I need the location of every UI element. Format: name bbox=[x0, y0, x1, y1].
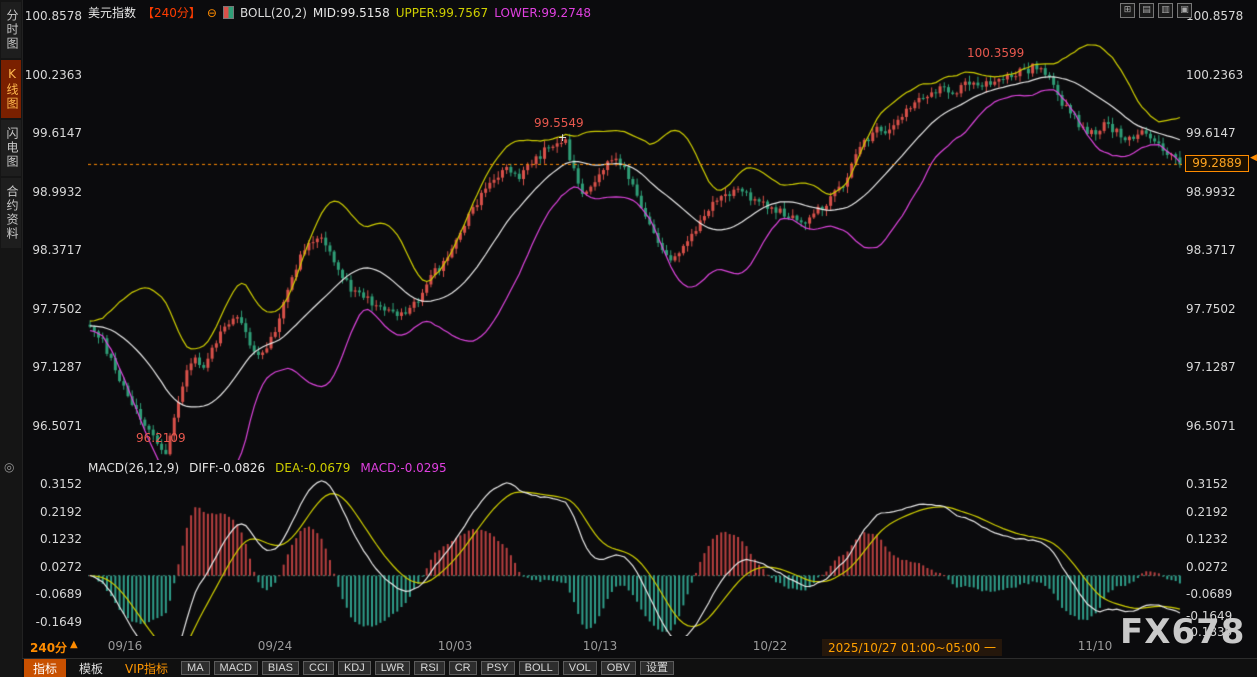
time-axis: 240分 ▲ 09/16 09/24 10/03 10/13 10/22 11/… bbox=[22, 639, 1257, 657]
date-tick: 11/10 bbox=[1077, 639, 1113, 653]
macd-diff-value: DIFF:-0.0826 bbox=[189, 461, 266, 475]
indicator-button-boll[interactable]: BOLL bbox=[518, 661, 559, 675]
price-axis-label: 100.2363 bbox=[1186, 68, 1244, 82]
date-tick: 09/16 bbox=[107, 639, 143, 653]
indicator-button-psy[interactable]: PSY bbox=[480, 661, 515, 675]
price-axis-label: 97.7502 bbox=[1186, 302, 1236, 316]
chart-header: 美元指数 【240分】 ⊖ BOLL(20,2) MID:99.5158 UPPE… bbox=[88, 4, 591, 21]
macd-axis-label: 0.2192 bbox=[40, 505, 82, 519]
sidebar-item-time-chart[interactable]: 分时图 bbox=[1, 2, 21, 58]
chart-main-area: 美元指数 【240分】 ⊖ BOLL(20,2) MID:99.5158 UPPE… bbox=[22, 0, 1257, 677]
candlestick-chart-canvas[interactable] bbox=[88, 8, 1182, 460]
price-pointer-icon: ◀ bbox=[1250, 153, 1257, 163]
chart-window-icon[interactable]: ▤ bbox=[1139, 3, 1154, 18]
price-axis-label: 96.5071 bbox=[1186, 419, 1236, 433]
indicator-button-bias[interactable]: BIAS bbox=[261, 661, 299, 675]
price-axis-label: 97.1287 bbox=[1186, 360, 1236, 374]
chart-type-sidebar: 分时图 K线图 闪电图 合约资料 ◎ bbox=[0, 0, 23, 677]
date-tick: 10/13 bbox=[582, 639, 618, 653]
indicator-button-macd[interactable]: MACD bbox=[213, 661, 258, 675]
date-tick: 10/03 bbox=[437, 639, 473, 653]
peak-marker-icon: + bbox=[558, 131, 568, 144]
indicator-button-cr[interactable]: CR bbox=[448, 661, 477, 675]
macd-axis-label: -0.0689 bbox=[35, 587, 82, 601]
macd-dea-value: DEA:-0.0679 bbox=[275, 461, 351, 475]
macd-axis-label: 0.0272 bbox=[40, 560, 82, 574]
boll-lower-value: LOWER:99.2748 bbox=[494, 5, 591, 20]
boll-indicator-label: BOLL(20,2) bbox=[239, 5, 307, 20]
crosshair-icon[interactable]: ◎ bbox=[4, 460, 14, 474]
macd-axis-label: -0.1649 bbox=[1186, 609, 1233, 623]
collapse-icon[interactable]: ⊖ bbox=[207, 6, 217, 20]
price-axis-label: 99.6147 bbox=[1186, 126, 1236, 140]
price-axis-label: 98.9932 bbox=[32, 185, 82, 199]
macd-axis-label: 0.3152 bbox=[1186, 477, 1228, 491]
date-tick: 10/22 bbox=[752, 639, 788, 653]
macd-header: MACD(26,12,9) DIFF:-0.0826 DEA:-0.0679 M… bbox=[88, 461, 447, 475]
date-tick: 09/24 bbox=[257, 639, 293, 653]
boll-mid-value: MID:99.5158 bbox=[312, 5, 390, 20]
indicator-button-ma[interactable]: MA bbox=[181, 661, 210, 675]
sidebar-item-flash-chart[interactable]: 闪电图 bbox=[1, 120, 21, 176]
sidebar-item-kline-chart[interactable]: K线图 bbox=[1, 60, 21, 118]
macd-axis-label: 0.3152 bbox=[40, 477, 82, 491]
boll-upper-value: UPPER:99.7567 bbox=[395, 5, 489, 20]
low-annotation: 96.2109 bbox=[136, 431, 186, 445]
high-annotation: 100.3599 bbox=[967, 46, 1025, 60]
macd-axis-label: 0.0272 bbox=[1186, 560, 1228, 574]
price-axis-label: 99.6147 bbox=[32, 126, 82, 140]
sidebar-item-contract-info[interactable]: 合约资料 bbox=[1, 178, 21, 248]
price-axis-label: 98.9932 bbox=[1186, 185, 1236, 199]
macd-chart-canvas[interactable] bbox=[88, 478, 1182, 636]
indicator-button-lwr[interactable]: LWR bbox=[374, 661, 411, 675]
last-price-badge: 99.2889 bbox=[1185, 155, 1249, 172]
window-controls: ⊞ ▤ ▥ ▣ bbox=[1120, 3, 1192, 18]
price-axis-label: 97.7502 bbox=[32, 302, 82, 316]
boll-legend-icon bbox=[222, 6, 234, 19]
price-axis-label: 96.5071 bbox=[32, 419, 82, 433]
macd-axis-label: 0.1232 bbox=[40, 532, 82, 546]
macd-axis-label: 0.2192 bbox=[1186, 505, 1228, 519]
indicator-button-obv[interactable]: OBV bbox=[600, 661, 637, 675]
tab-indicators[interactable]: 指标 bbox=[24, 658, 67, 677]
price-axis-label: 97.1287 bbox=[32, 360, 82, 374]
macd-axis-label: -0.1839 bbox=[1186, 625, 1233, 639]
tab-templates[interactable]: 模板 bbox=[70, 659, 112, 677]
period-selector[interactable]: 240分 bbox=[30, 639, 67, 656]
period-label: 【240分】 bbox=[142, 6, 201, 20]
macd-indicator-label: MACD(26,12,9) bbox=[88, 461, 180, 475]
settings-button[interactable]: 设置 bbox=[640, 661, 675, 675]
macd-hist-value: MACD:-0.0295 bbox=[360, 461, 447, 475]
price-axis-label: 98.3717 bbox=[32, 243, 82, 257]
session-range-label: 2025/10/27 01:00~05:00 一 bbox=[821, 639, 1003, 656]
symbol-name: 美元指数 bbox=[88, 6, 137, 20]
indicator-button-kdj[interactable]: KDJ bbox=[337, 661, 371, 675]
indicator-button-rsi[interactable]: RSI bbox=[414, 661, 445, 675]
macd-axis-label: -0.0689 bbox=[1186, 587, 1233, 601]
indicator-button-vol[interactable]: VOL bbox=[562, 661, 597, 675]
tab-vip-indicators[interactable]: VIP指标 bbox=[116, 659, 177, 677]
price-axis-label: 98.3717 bbox=[1186, 243, 1236, 257]
list-window-icon[interactable]: ▥ bbox=[1158, 3, 1173, 18]
price-axis-label: 100.2363 bbox=[24, 68, 82, 82]
macd-axis-label: 0.1232 bbox=[1186, 532, 1228, 546]
period-arrow-icon[interactable]: ▲ bbox=[70, 639, 78, 650]
trading-app-window: 分时图 K线图 闪电图 合约资料 ◎ 美元指数 【240分】 ⊖ BOLL(20,… bbox=[0, 0, 1257, 677]
maximize-window-icon[interactable]: ▣ bbox=[1177, 3, 1192, 18]
indicator-toolbar: 指标 模板 VIP指标 MA MACD BIAS CCI KDJ LWR RSI… bbox=[22, 658, 1257, 677]
price-axis-label: 100.8578 bbox=[24, 9, 82, 23]
local-peak-annotation: 99.5549 bbox=[534, 116, 584, 130]
price-axis-label: 100.8578 bbox=[1186, 9, 1244, 23]
indicator-button-cci[interactable]: CCI bbox=[303, 661, 334, 675]
macd-axis-label: -0.1649 bbox=[35, 615, 82, 629]
grid-add-icon[interactable]: ⊞ bbox=[1120, 3, 1135, 18]
